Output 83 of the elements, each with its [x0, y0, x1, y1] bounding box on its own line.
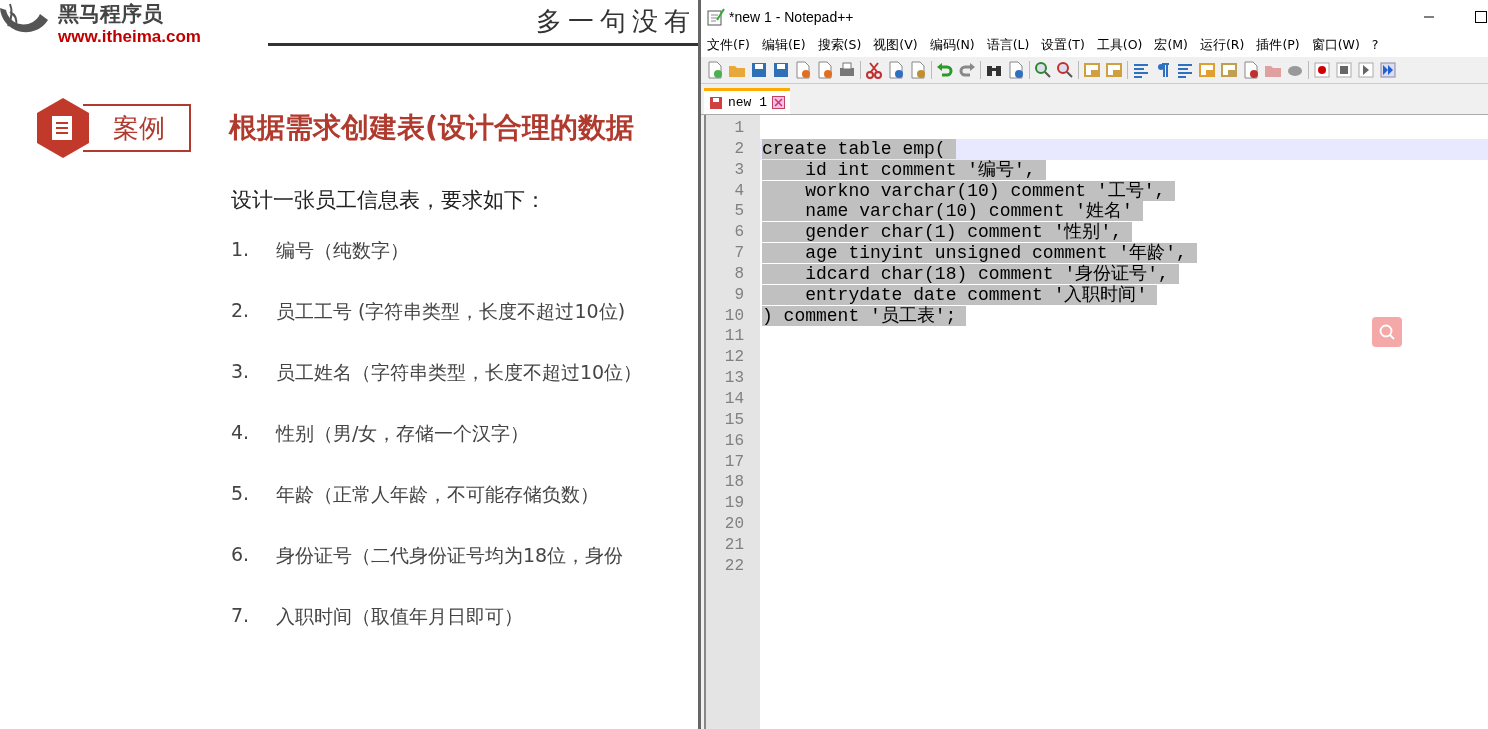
word-wrap-icon[interactable]: [1132, 61, 1150, 79]
list-number: 3.: [231, 360, 251, 384]
window-icon[interactable]: [1105, 61, 1123, 79]
menu-item[interactable]: 运行(R): [1200, 37, 1245, 54]
line-number: 12: [723, 347, 745, 369]
line-number: 9: [733, 284, 745, 306]
menu-item[interactable]: 编码(N): [929, 37, 975, 54]
copy-icon[interactable]: [887, 61, 905, 79]
save-icon[interactable]: [750, 61, 768, 79]
line-number: 2: [733, 138, 745, 160]
list-item-text: 员工工号 (字符串类型，长度不超过10位): [276, 299, 626, 324]
document-icon: [37, 98, 89, 158]
save-all-icon[interactable]: [772, 61, 790, 79]
file-tab[interactable]: new 1: [704, 88, 790, 114]
list-item-text: 编号（纯数字）: [276, 238, 409, 263]
menu-item[interactable]: 工具(O): [1096, 37, 1143, 54]
list-item-text: 入职时间（取值年月日即可）: [276, 604, 523, 629]
maximize-icon[interactable]: [1475, 11, 1487, 23]
line-number: 17: [723, 451, 745, 473]
menu-item[interactable]: 语言(L): [986, 37, 1030, 54]
line-number: 8: [733, 263, 745, 285]
logo-url: www.itheima.com: [58, 27, 201, 45]
line-number: 5: [733, 201, 745, 223]
logo-name: 黑马程序员: [58, 3, 164, 25]
window-title: *new 1 - Notepad++: [729, 9, 854, 25]
line-number: 10: [723, 305, 745, 327]
list-number: 2.: [231, 299, 251, 323]
undo-icon[interactable]: [936, 61, 954, 79]
list-number: 7.: [231, 604, 251, 628]
indent-guide-icon[interactable]: [1176, 61, 1194, 79]
fast-forward-icon[interactable]: [1379, 61, 1397, 79]
zoom-in-icon[interactable]: [1034, 61, 1052, 79]
window-icon[interactable]: [1083, 61, 1101, 79]
redo-icon[interactable]: [958, 61, 976, 79]
close-icon[interactable]: [772, 96, 785, 109]
menu-item[interactable]: 文件(F): [707, 37, 750, 54]
stop-icon[interactable]: [1335, 61, 1353, 79]
line-number: 14: [723, 388, 745, 410]
menu-item[interactable]: 插件(P): [1256, 37, 1300, 54]
list-item-text: 年龄（正常人年龄，不可能存储负数）: [276, 482, 599, 507]
menu-item[interactable]: 宏(M): [1154, 37, 1188, 54]
line-number: 1: [733, 118, 745, 139]
line-number: 11: [723, 326, 745, 348]
search-icon: [1378, 323, 1396, 341]
new-file-icon[interactable]: [706, 61, 724, 79]
list-number: 1.: [231, 238, 251, 262]
zoom-out-icon[interactable]: [1056, 61, 1074, 79]
menu-item[interactable]: ?: [1371, 37, 1379, 54]
menu-item[interactable]: 搜索(S): [817, 37, 862, 54]
line-number: 22: [723, 555, 745, 577]
line-number: 15: [723, 409, 745, 431]
line-number: 7: [733, 243, 745, 264]
line-number: 18: [723, 472, 745, 494]
line-number: 20: [723, 514, 745, 535]
menu-item[interactable]: 设置(T): [1041, 37, 1085, 54]
notepad-icon: [707, 8, 725, 26]
line-number: 13: [723, 368, 745, 389]
slogan: 多一句没有: [536, 6, 696, 38]
play-icon[interactable]: [1357, 61, 1375, 79]
menu-item[interactable]: 视图(V): [873, 37, 918, 54]
line-number: 16: [723, 430, 745, 452]
line-number: 4: [733, 180, 745, 202]
close-file-icon[interactable]: [794, 61, 812, 79]
badge-label: 案例: [83, 104, 191, 152]
list-number: 4.: [231, 421, 251, 445]
record-icon[interactable]: [1313, 61, 1331, 79]
slide-title: 根据需求创建表(设计合理的数据: [229, 110, 634, 146]
menu-item[interactable]: 窗口(W): [1311, 37, 1360, 54]
paste-icon[interactable]: [909, 61, 927, 79]
list-item-text: 性别（男/女，存储一个汉字）: [276, 421, 530, 446]
line-number: 6: [733, 222, 745, 244]
list-item-text: 身份证号（二代身份证号均为18位，身份: [276, 543, 624, 568]
intro-text: 设计一张员工信息表，要求如下：: [231, 187, 547, 214]
list-number: 6.: [231, 543, 251, 567]
line-number: 3: [733, 159, 745, 181]
list-item-text: 员工姓名（字符串类型，长度不超过10位）: [276, 360, 643, 385]
line-number: 19: [723, 493, 745, 515]
line-number: 21: [723, 534, 745, 556]
menu-item[interactable]: 编辑(E): [761, 37, 806, 54]
close-all-icon[interactable]: [816, 61, 834, 79]
cut-icon[interactable]: [865, 61, 883, 79]
list-number: 5.: [231, 482, 251, 506]
print-icon[interactable]: [838, 61, 856, 79]
